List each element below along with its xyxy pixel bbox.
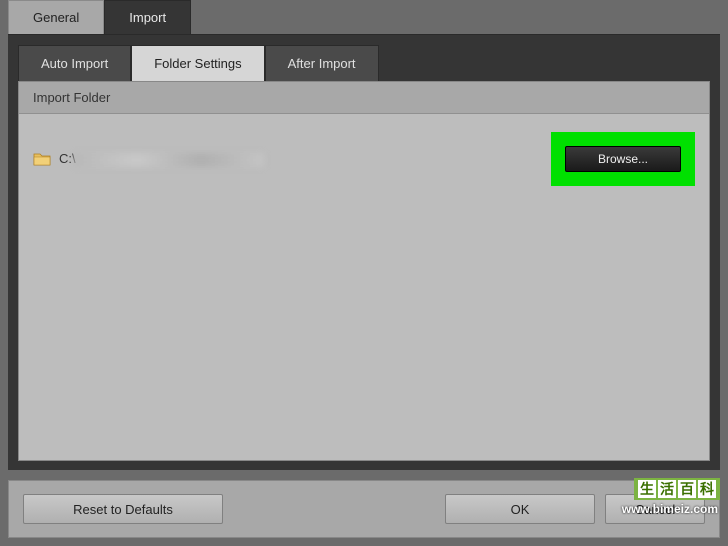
tab-import[interactable]: Import (104, 0, 191, 34)
import-folder-heading: Import Folder (19, 82, 709, 114)
import-folder-row: C:\ Browse... (19, 114, 709, 204)
browse-highlight: Browse... (551, 132, 695, 186)
folder-display: C:\ (33, 151, 264, 167)
reset-defaults-button[interactable]: Reset to Defaults (23, 494, 223, 524)
watermark-char: 科 (698, 480, 716, 498)
import-panel: Auto Import Folder Settings After Import… (8, 34, 720, 470)
outer-tab-bar: General Import (0, 0, 728, 34)
watermark-char: 生 (638, 480, 656, 498)
watermark-badge: 生 活 百 科 (634, 478, 720, 500)
tab-after-import[interactable]: After Import (265, 45, 379, 81)
tab-auto-import[interactable]: Auto Import (18, 45, 131, 81)
inner-tab-bar: Auto Import Folder Settings After Import (18, 45, 710, 81)
watermark-char: 活 (658, 480, 676, 498)
dialog-button-bar: Reset to Defaults OK Cancel (8, 480, 720, 538)
tab-folder-settings[interactable]: Folder Settings (131, 45, 264, 81)
watermark-url: www.bimeiz.com (622, 502, 718, 516)
folder-path-label: C:\ (59, 151, 264, 167)
folder-settings-content: Import Folder C:\ Browse... (18, 81, 710, 461)
ok-button[interactable]: OK (445, 494, 595, 524)
watermark-char: 百 (678, 480, 696, 498)
browse-button[interactable]: Browse... (565, 146, 681, 172)
folder-path-redacted (74, 153, 264, 167)
tab-general[interactable]: General (8, 0, 104, 34)
folder-icon (33, 152, 51, 166)
